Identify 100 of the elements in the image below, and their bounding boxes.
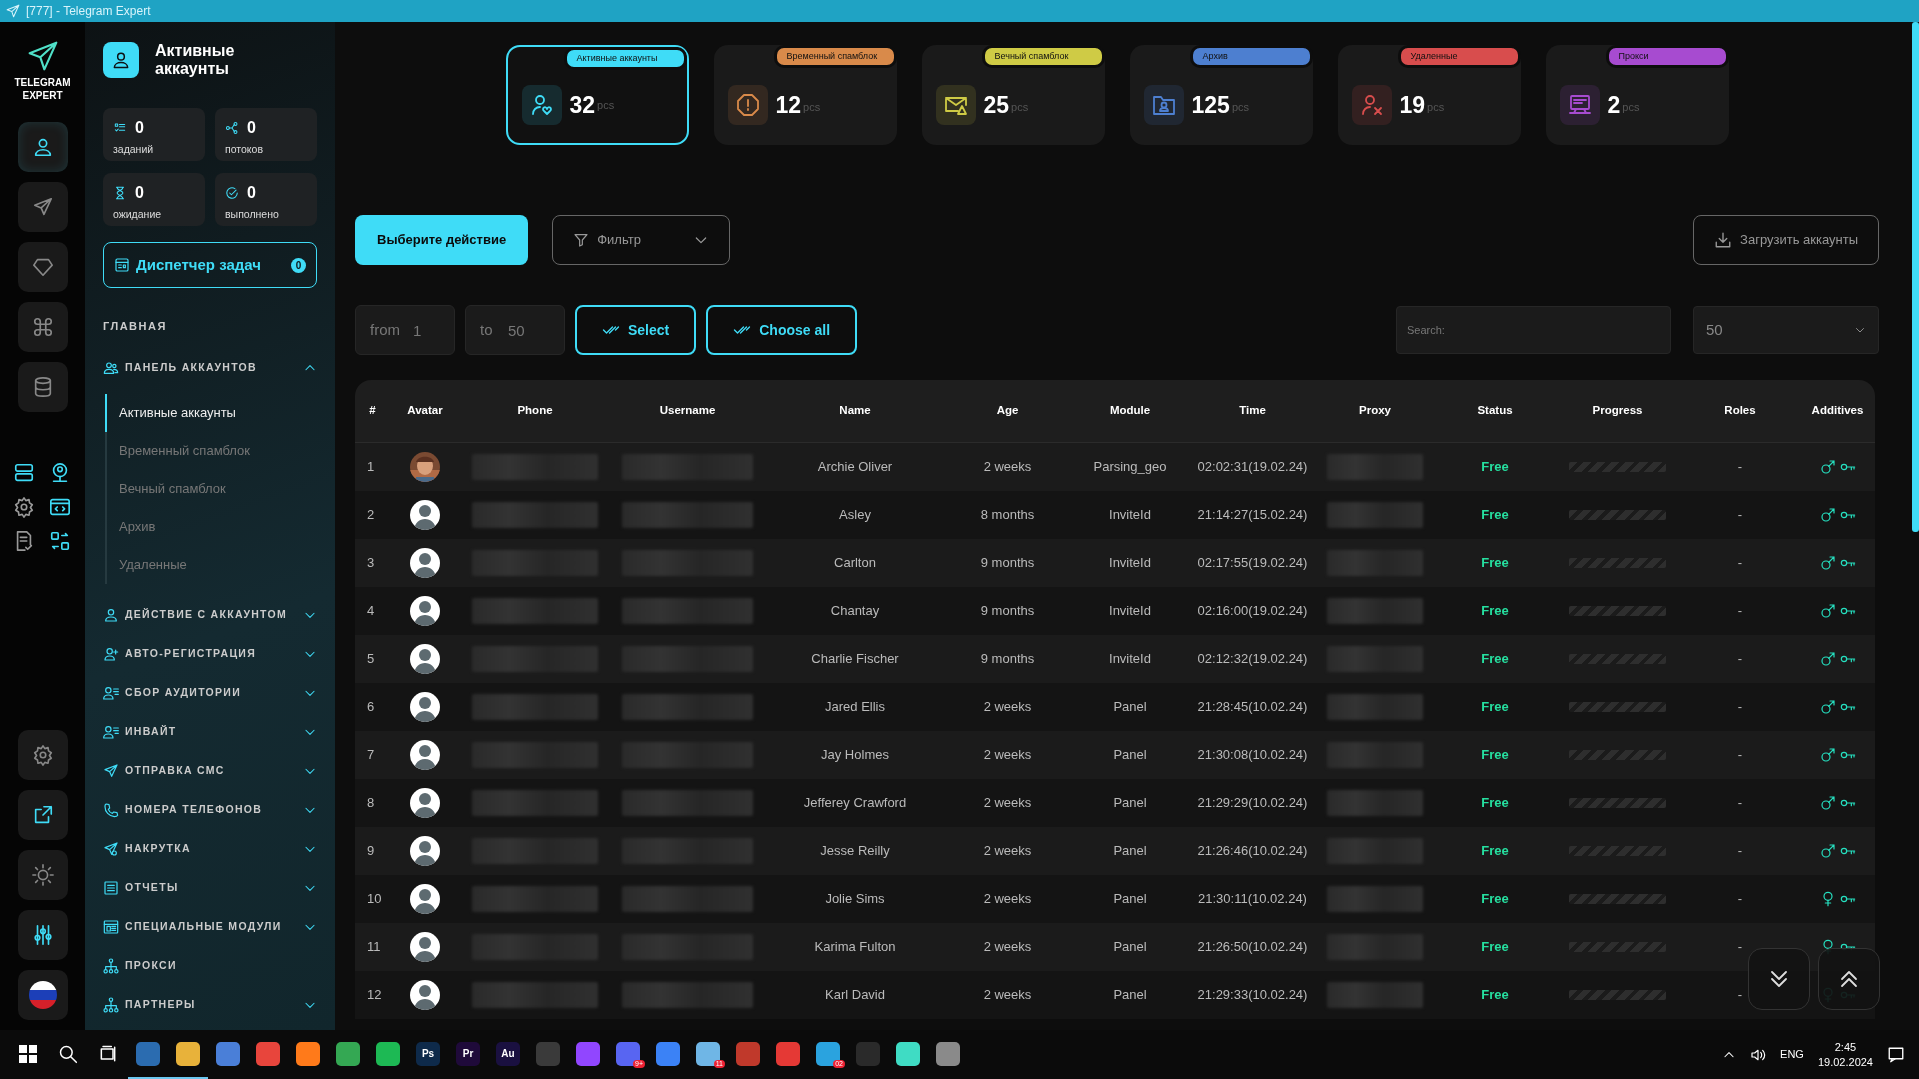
menu-group[interactable]: ОТЧЕТЫ	[103, 868, 317, 908]
column-header[interactable]: Phone	[517, 404, 553, 417]
column-header[interactable]: Username	[659, 404, 716, 417]
user-nav-button[interactable]	[17, 122, 68, 172]
table-cell: 9 months	[980, 651, 1035, 667]
menu-group[interactable]: СБОР АУДИТОРИИ	[103, 673, 317, 713]
table-cell: 2 weeks	[983, 699, 1032, 715]
paper-plane-nav-button[interactable]	[17, 182, 68, 232]
sun-moon-button[interactable]	[17, 850, 68, 900]
column-header[interactable]: #	[369, 404, 376, 417]
column-header[interactable]: Additives	[1811, 404, 1864, 417]
user-icon	[103, 607, 119, 623]
database-nav-button[interactable]	[17, 362, 68, 412]
row-number: 7	[367, 747, 375, 763]
table-cell: InviteId	[1109, 507, 1151, 523]
table-cell: Karima Fulton	[814, 939, 896, 955]
table-cell: Archie Oliver	[817, 459, 893, 475]
table-cell: InviteId	[1109, 603, 1151, 619]
select-button[interactable]: Select	[575, 305, 697, 355]
table-cell: -	[1737, 699, 1743, 715]
task-manager-button[interactable]: Диспетчер задач 0	[103, 242, 317, 288]
submenu-item[interactable]: Архив	[105, 507, 315, 546]
submenu-item[interactable]: Временный спамблок	[105, 431, 315, 470]
column-header[interactable]: Roles	[1724, 404, 1756, 417]
menu-group[interactable]: ДЕЙСТВИЕ С АККАУНТОМ	[103, 595, 317, 635]
menu-group[interactable]: ИНВАЙТ	[103, 712, 317, 752]
row-number: 11	[367, 939, 381, 955]
scroll-up-button[interactable]	[1818, 948, 1880, 1010]
phone-icon	[103, 802, 119, 818]
server-icon	[12, 462, 35, 484]
table-cell: Panel	[1113, 747, 1147, 763]
sun-moon-icon	[31, 864, 54, 886]
table-cell: Asley	[839, 507, 871, 523]
taskbar-app[interactable]: Pr	[448, 1030, 488, 1079]
scroll-down-button[interactable]	[1748, 948, 1810, 1010]
menu-group[interactable]: ПАНЕЛЬ АККАУНТОВ	[103, 348, 317, 388]
row-number: 4	[367, 603, 375, 619]
windows-icon	[19, 1044, 37, 1063]
column-header[interactable]: Module	[1109, 404, 1151, 417]
upload-button[interactable]: Загрузить аккаунты	[1693, 215, 1879, 265]
choose-all-button[interactable]: Choose all	[706, 305, 858, 355]
table-cell: Jesse Reilly	[820, 843, 890, 859]
paper-plane-plus-icon	[103, 841, 119, 857]
taskbar-app[interactable]: Au	[488, 1030, 528, 1079]
column-header[interactable]: Avatar	[407, 404, 443, 417]
table-cell: -	[1737, 459, 1743, 475]
category-tag: Активные аккаунты	[563, 47, 687, 70]
table-cell: Panel	[1113, 795, 1147, 811]
paper-plane-icon	[31, 196, 54, 218]
language-indicator[interactable]: ENG	[1780, 1046, 1804, 1063]
row-number: 5	[367, 651, 375, 667]
table-cell: Jay Holmes	[821, 747, 889, 763]
submenu-item[interactable]: Вечный спамблок	[105, 469, 315, 508]
settings-icon	[12, 496, 35, 518]
menu-group[interactable]: ПАРТНЕРЫ	[103, 985, 317, 1025]
sliders-button[interactable]	[17, 910, 68, 960]
column-header[interactable]: Progress	[1592, 404, 1643, 417]
user-heart-icon	[529, 93, 554, 117]
column-header[interactable]: Age	[996, 404, 1019, 417]
submenu-item[interactable]: Активные аккаунты	[105, 393, 315, 432]
status-label: Free	[1481, 555, 1509, 571]
page-size-select[interactable]: 50	[1693, 306, 1879, 354]
action-button[interactable]: Выберите действие	[355, 215, 529, 265]
menu-group[interactable]: АВТО-РЕГИСТРАЦИЯ	[103, 634, 317, 674]
menu-group[interactable]: НАКРУТКА	[103, 829, 317, 869]
filter-dropdown[interactable]: Фильтр	[552, 215, 731, 265]
column-header[interactable]: Status	[1477, 404, 1513, 417]
table-cell: 2 weeks	[983, 939, 1032, 955]
diamond-nav-button[interactable]	[17, 242, 68, 292]
settings-button[interactable]	[17, 730, 68, 780]
unit-label: pcs	[1622, 99, 1640, 115]
menu-group[interactable]: ПРОКСИ	[103, 946, 317, 986]
menu-group[interactable]: СПЕЦИАЛЬНЫЕ МОДУЛИ	[103, 907, 317, 947]
column-header[interactable]: Proxy	[1359, 404, 1391, 417]
network-icon	[103, 997, 119, 1013]
paper-plane-logo	[26, 40, 59, 72]
user-list-icon	[103, 724, 119, 740]
external-link-button[interactable]	[17, 790, 68, 840]
users-icon	[103, 360, 119, 376]
stat-card[interactable]: Прокси 2 pcs	[1545, 45, 1729, 145]
column-header[interactable]: Name	[839, 404, 871, 417]
check-circle-icon	[225, 186, 239, 200]
column-header[interactable]: Time	[1239, 404, 1266, 417]
paper-plane-icon	[103, 763, 119, 779]
taskbar-app[interactable]: Ps	[408, 1030, 448, 1079]
stat-label: потоков	[225, 142, 264, 157]
language-button[interactable]	[17, 970, 68, 1020]
table-cell: InviteId	[1109, 651, 1151, 667]
scrollbar-thumb[interactable]	[1912, 22, 1919, 532]
menu-group[interactable]: НОМЕРА ТЕЛЕФОНОВ	[103, 790, 317, 830]
category-tag: Временный спамблок	[773, 45, 897, 68]
table-cell: 21:29:33(10.02.24)	[1197, 987, 1308, 1003]
search-field[interactable]: Search:	[1396, 306, 1671, 354]
count-value: 125	[1191, 90, 1230, 120]
command-nav-button[interactable]	[17, 302, 68, 352]
count-value: 12	[775, 90, 802, 120]
sliders-icon	[31, 924, 54, 946]
row-number: 3	[367, 555, 375, 571]
menu-group[interactable]: ОТПРАВКА СМС	[103, 751, 317, 791]
stat-value: 0	[247, 183, 256, 203]
